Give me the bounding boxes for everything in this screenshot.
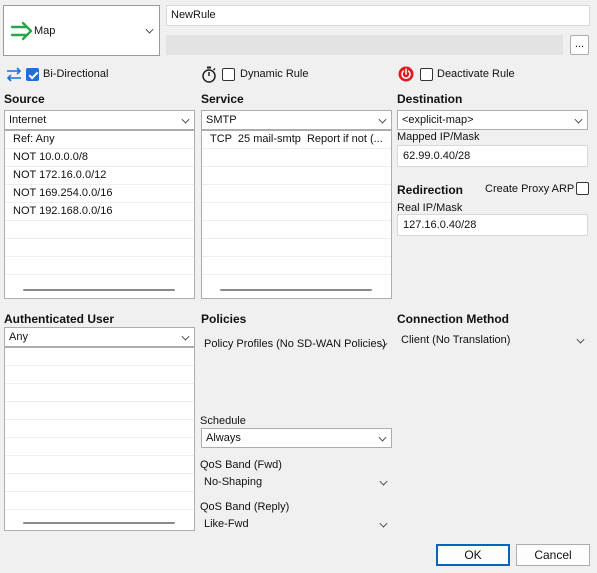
connection-method-heading: Connection Method xyxy=(397,312,509,326)
empty-row xyxy=(5,221,194,239)
empty-row xyxy=(202,239,391,257)
qos-reply-selected: Like-Fwd xyxy=(204,518,249,530)
rule-type-selector[interactable]: Map xyxy=(3,5,160,56)
policies-heading: Policies xyxy=(201,312,247,326)
deactivate-rule-checkbox[interactable] xyxy=(420,68,433,81)
dynamic-rule-checkbox[interactable] xyxy=(222,68,235,81)
horizontal-scrollbar[interactable] xyxy=(23,522,175,524)
empty-row xyxy=(5,366,194,384)
schedule-label: Schedule xyxy=(200,415,246,427)
chevron-down-icon xyxy=(574,115,583,124)
list-item[interactable]: NOT 10.0.0.0/8 xyxy=(5,149,194,167)
empty-row xyxy=(5,474,194,492)
empty-row xyxy=(5,348,194,366)
service-heading: Service xyxy=(201,92,244,106)
redirection-heading: Redirection xyxy=(397,183,464,197)
empty-row xyxy=(5,257,194,275)
destination-heading: Destination xyxy=(397,92,463,106)
ok-button-label: OK xyxy=(464,548,482,562)
auth-user-list[interactable] xyxy=(4,347,195,531)
empty-row xyxy=(202,149,391,167)
qos-fwd-label: QoS Band (Fwd) xyxy=(200,459,282,471)
chevron-down-icon xyxy=(576,335,585,344)
service-dropdown[interactable]: SMTP xyxy=(201,110,392,130)
rule-name-field[interactable]: NewRule xyxy=(166,5,590,26)
qos-reply-dropdown[interactable]: Like-Fwd xyxy=(199,514,391,534)
mapped-ip-value: 62.99.0.40/28 xyxy=(403,150,471,162)
list-item[interactable]: NOT 172.16.0.0/12 xyxy=(5,167,194,185)
dynamic-rule-label: Dynamic Rule xyxy=(240,68,309,80)
empty-row xyxy=(5,384,194,402)
service-selected: SMTP xyxy=(206,114,237,126)
auth-user-dropdown[interactable]: Any xyxy=(4,327,195,347)
bidirectional-arrows-icon xyxy=(6,67,22,82)
empty-row xyxy=(5,239,194,257)
chevron-down-icon xyxy=(181,332,190,341)
horizontal-scrollbar[interactable] xyxy=(220,289,372,291)
empty-row xyxy=(5,420,194,438)
more-button[interactable]: ... xyxy=(570,35,589,55)
list-item[interactable]: TCP 25 mail-smtp Report if not (... xyxy=(202,131,391,149)
empty-row xyxy=(5,402,194,420)
source-list[interactable]: Ref: Any NOT 10.0.0.0/8 NOT 172.16.0.0/1… xyxy=(4,130,195,299)
more-button-label: ... xyxy=(574,38,585,50)
mapped-ip-field[interactable]: 62.99.0.40/28 xyxy=(397,145,588,167)
qos-fwd-selected: No-Shaping xyxy=(204,476,263,488)
empty-row xyxy=(202,203,391,221)
bidirectional-label: Bi-Directional xyxy=(43,68,109,80)
ok-button[interactable]: OK xyxy=(436,544,510,566)
rule-comment-field[interactable] xyxy=(166,35,563,55)
real-ip-value: 127.16.0.40/28 xyxy=(403,219,477,231)
source-dropdown[interactable]: Internet xyxy=(4,110,195,130)
service-list[interactable]: TCP 25 mail-smtp Report if not (... xyxy=(201,130,392,299)
auth-user-heading: Authenticated User xyxy=(4,312,115,326)
list-item[interactable]: NOT 192.168.0.0/16 xyxy=(5,203,194,221)
real-ip-label: Real IP/Mask xyxy=(397,202,463,214)
destination-selected: <explicit-map> xyxy=(402,114,474,126)
qos-fwd-dropdown[interactable]: No-Shaping xyxy=(199,472,391,492)
list-item[interactable]: Ref: Any xyxy=(5,131,194,149)
deactivate-rule-label: Deactivate Rule xyxy=(437,68,515,80)
chevron-down-icon xyxy=(379,519,388,528)
cancel-button[interactable]: Cancel xyxy=(516,544,590,566)
destination-dropdown[interactable]: <explicit-map> xyxy=(397,110,588,130)
source-heading: Source xyxy=(4,92,45,106)
stopwatch-icon xyxy=(202,66,216,83)
real-ip-field[interactable]: 127.16.0.40/28 xyxy=(397,214,588,236)
chevron-down-icon xyxy=(181,115,190,124)
mapped-ip-label: Mapped IP/Mask xyxy=(397,131,480,143)
bidirectional-checkbox[interactable] xyxy=(26,68,39,81)
proxy-arp-label: Create Proxy ARP xyxy=(485,183,575,195)
cancel-button-label: Cancel xyxy=(534,548,572,562)
chevron-down-icon xyxy=(378,433,387,442)
policies-dropdown[interactable]: Policy Profiles (No SD-WAN Policies) xyxy=(199,334,391,354)
schedule-dropdown[interactable]: Always xyxy=(201,428,392,448)
map-arrow-icon xyxy=(10,21,33,41)
schedule-selected: Always xyxy=(206,432,241,444)
empty-row xyxy=(202,221,391,239)
chevron-down-icon xyxy=(145,25,154,34)
list-item[interactable]: NOT 169.254.0.0/16 xyxy=(5,185,194,203)
connection-method-selected: Client (No Translation) xyxy=(401,334,511,346)
source-selected: Internet xyxy=(9,114,47,126)
connection-method-dropdown[interactable]: Client (No Translation) xyxy=(396,330,588,350)
chevron-down-icon xyxy=(379,477,388,486)
empty-row xyxy=(5,438,194,456)
qos-reply-label: QoS Band (Reply) xyxy=(200,501,290,513)
auth-user-selected: Any xyxy=(9,331,28,343)
empty-row xyxy=(202,257,391,275)
policies-selected: Policy Profiles (No SD-WAN Policies) xyxy=(204,338,386,350)
rule-name-value: NewRule xyxy=(171,9,216,21)
empty-row xyxy=(202,167,391,185)
empty-row xyxy=(5,492,194,510)
rule-type-label: Map xyxy=(34,25,56,37)
empty-row xyxy=(5,456,194,474)
chevron-down-icon xyxy=(378,115,387,124)
empty-row xyxy=(202,185,391,203)
power-icon xyxy=(398,66,414,82)
proxy-arp-checkbox[interactable] xyxy=(576,182,589,195)
horizontal-scrollbar[interactable] xyxy=(23,289,175,291)
